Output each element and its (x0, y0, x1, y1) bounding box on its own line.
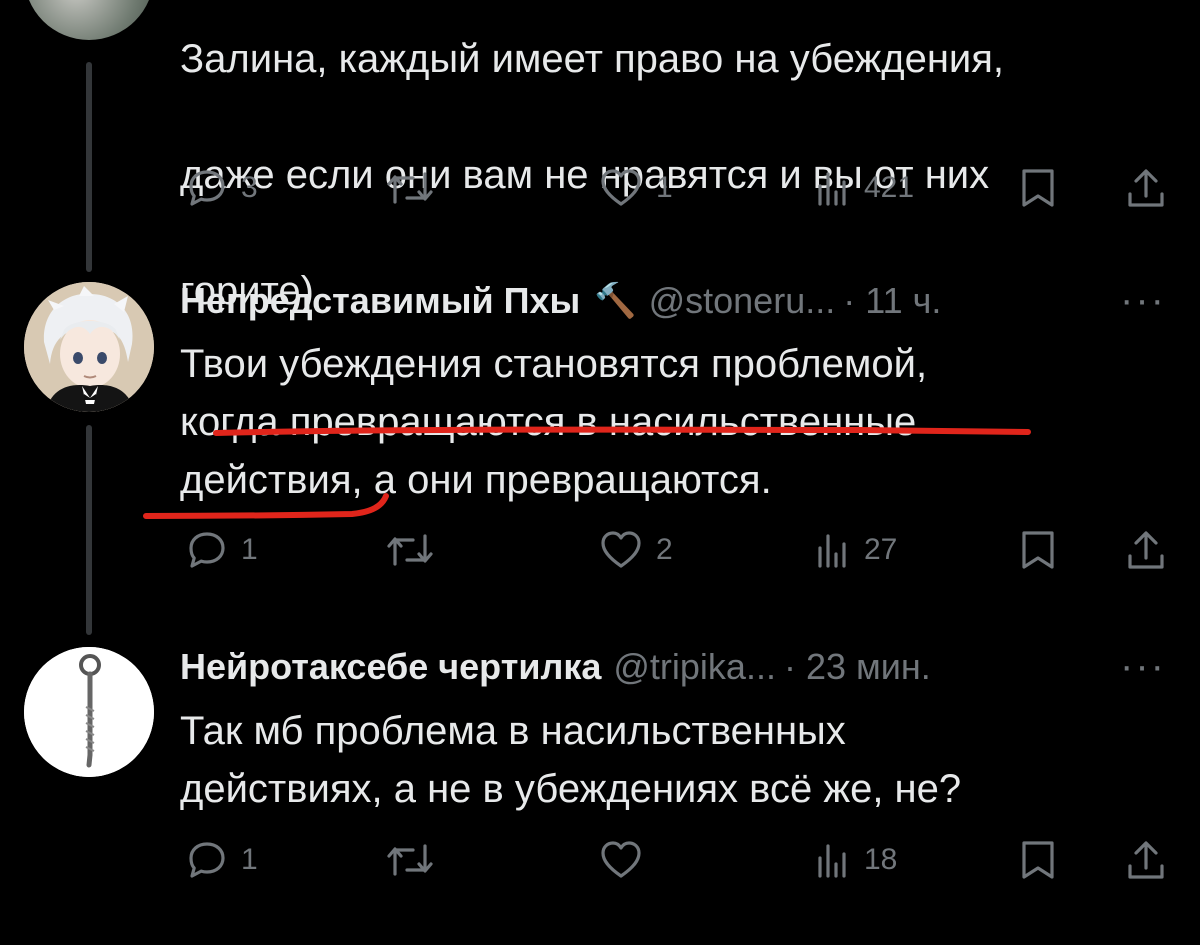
bookmark-icon (1022, 169, 1054, 207)
like-count: 2 (656, 533, 673, 566)
author-name[interactable]: Нейротаксебе чертилка (180, 646, 601, 688)
views-count: 27 (864, 533, 898, 566)
like-button[interactable]: 1 (598, 166, 673, 210)
more-options-button[interactable]: ··· (1120, 278, 1166, 323)
like-icon (601, 169, 641, 206)
author-handle[interactable]: @stoneru... (649, 280, 836, 322)
views-icon (818, 534, 846, 568)
like-button[interactable]: 2 (598, 528, 673, 572)
bookmark-button[interactable] (1018, 166, 1058, 210)
views-icon (818, 844, 846, 878)
author-handle[interactable]: @tripika... (613, 646, 776, 688)
retweet-button[interactable] (385, 838, 435, 882)
reply-icon (189, 532, 225, 568)
reply-button[interactable]: 3 (185, 166, 258, 210)
retweet-button[interactable] (385, 166, 435, 210)
reply-icon (189, 170, 225, 206)
share-button[interactable] (1124, 528, 1168, 572)
views-icon (818, 172, 846, 206)
bookmark-icon (1022, 841, 1054, 879)
reply-button[interactable]: 1 (185, 838, 258, 882)
views-button[interactable]: 27 (812, 528, 897, 572)
tweet-timestamp[interactable]: · 11 ч. (843, 280, 941, 322)
more-options-button[interactable]: ··· (1120, 644, 1166, 689)
bookmark-icon (1022, 531, 1054, 569)
like-icon (601, 531, 641, 568)
tweet-actions: 3 1 421 (0, 158, 1200, 218)
like-icon (601, 841, 641, 878)
views-count: 18 (864, 843, 898, 876)
share-icon (1128, 169, 1164, 207)
bookmark-button[interactable] (1018, 528, 1058, 572)
avatar[interactable] (24, 282, 154, 412)
bookmark-button[interactable] (1018, 838, 1058, 882)
share-button[interactable] (1124, 838, 1168, 882)
retweet-button[interactable] (385, 528, 435, 572)
reply-count: 3 (241, 171, 258, 204)
author-name[interactable]: Непредставимый Пхы (180, 280, 580, 322)
reply-icon (189, 842, 225, 878)
retweet-icon (387, 844, 433, 876)
views-button[interactable]: 421 (812, 166, 914, 210)
views-count: 421 (864, 171, 915, 204)
share-icon (1128, 841, 1164, 879)
tweet-text: Так мб проблема в насильственных действи… (180, 709, 962, 811)
avatar[interactable] (24, 0, 154, 40)
tweet-header: Непредставимый Пхы 🔨 @stoneru... · 11 ч. (180, 276, 941, 326)
tweet-actions: 1 18 (0, 830, 1200, 890)
like-count: 1 (656, 171, 673, 204)
retweet-icon (387, 172, 433, 204)
share-button[interactable] (1124, 166, 1168, 210)
anime-avatar-image (24, 282, 154, 412)
avatar[interactable] (24, 647, 154, 777)
views-button[interactable]: 18 (812, 838, 897, 882)
like-button[interactable] (598, 838, 644, 882)
tweet-text-line: Залина, каждый имеет право на убеждения, (180, 37, 1005, 81)
eye-screw-avatar-image (24, 647, 154, 777)
hammer-emoji-icon: 🔨 (594, 282, 637, 320)
reply-count: 1 (241, 843, 258, 876)
tweet-timestamp[interactable]: · 23 мин. (784, 646, 931, 688)
tweet-actions: 1 2 27 (0, 520, 1200, 580)
reply-count: 1 (241, 533, 258, 566)
share-icon (1128, 531, 1164, 569)
reply-button[interactable]: 1 (185, 528, 258, 572)
tweet-text: Твои убеждения становятся проблемой, ког… (180, 342, 928, 502)
tweet-header: Нейротаксебе чертилка @tripika... · 23 м… (180, 642, 931, 692)
retweet-icon (387, 534, 433, 566)
